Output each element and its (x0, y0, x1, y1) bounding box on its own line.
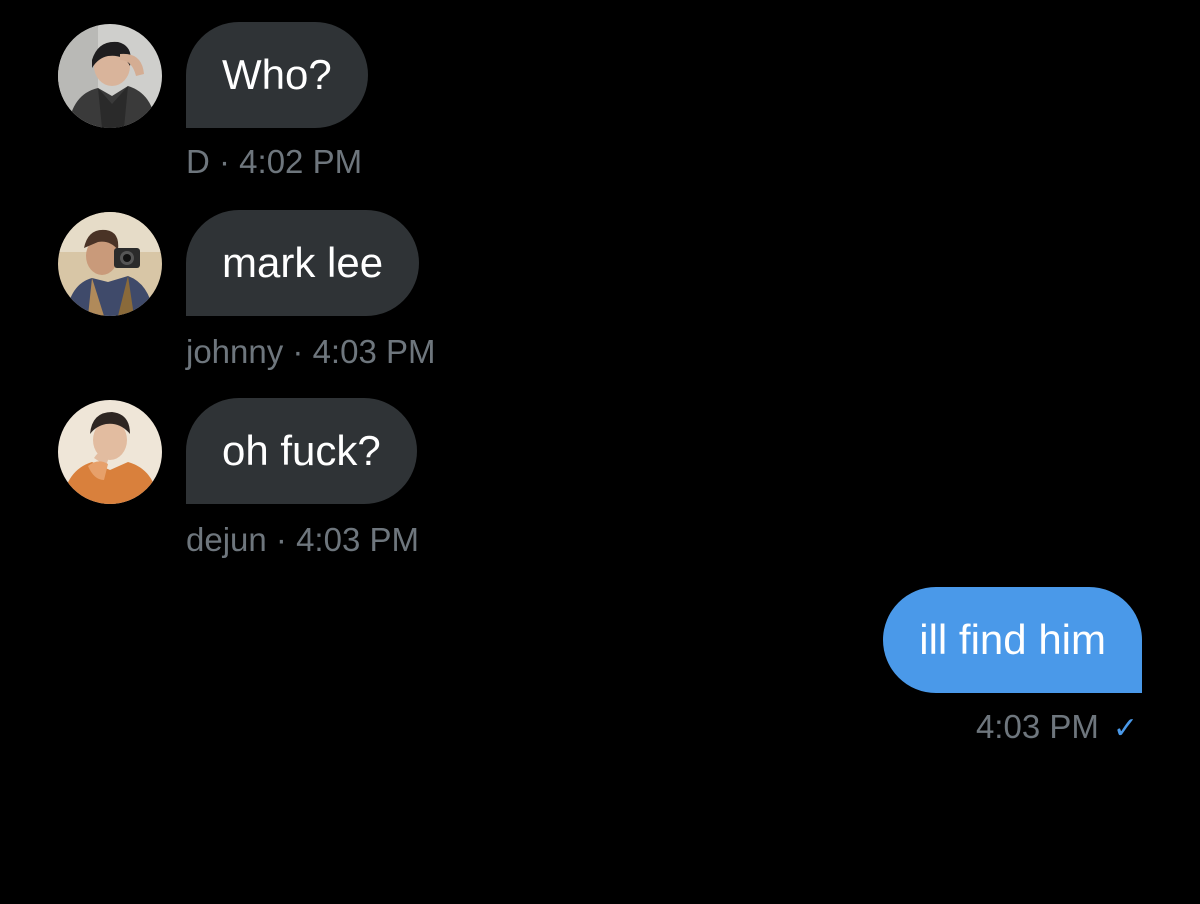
message-text: ill find him (919, 616, 1106, 663)
sender-name: D (186, 143, 210, 180)
avatar-dejun[interactable] (58, 400, 162, 504)
incoming-message-bubble[interactable]: mark lee (186, 210, 420, 316)
message-text: oh fuck? (222, 427, 381, 474)
sender-name: johnny (186, 333, 284, 370)
message-time: 4:03 PM (296, 521, 419, 558)
checkmark-icon: ✓ (1112, 712, 1138, 745)
meta-separator: · (209, 143, 240, 180)
outgoing-message-bubble[interactable]: ill find him (883, 587, 1142, 693)
message-meta: dejun · 4:03 PM (186, 521, 419, 559)
avatar-dejun-image (58, 400, 162, 504)
message-meta: johnny · 4:03 PM (186, 333, 435, 371)
incoming-message-bubble[interactable]: Who? (186, 22, 368, 128)
message-time: 4:03 PM (312, 333, 436, 370)
avatar-johnny[interactable] (58, 212, 162, 316)
sender-name: dejun (186, 521, 267, 558)
message-meta: D · 4:02 PM (186, 143, 362, 181)
avatar-d[interactable] (58, 24, 162, 128)
message-time: 4:02 PM (239, 143, 363, 180)
meta-separator: · (283, 333, 313, 370)
outgoing-message-meta: 4:03 PM ✓ (976, 708, 1138, 746)
message-text: mark lee (222, 239, 384, 286)
message-text: Who? (222, 51, 332, 98)
meta-separator: · (266, 521, 297, 558)
message-time: 4:03 PM (975, 708, 1099, 745)
avatar-d-image (58, 24, 162, 128)
avatar-johnny-image (58, 212, 162, 316)
incoming-message-bubble[interactable]: oh fuck? (186, 398, 417, 504)
